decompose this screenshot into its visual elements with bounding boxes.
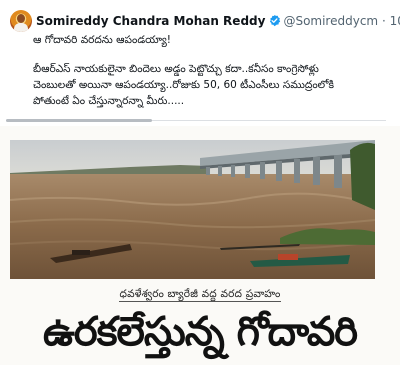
avatar-face bbox=[17, 14, 25, 23]
photo-caption-text: ధవళేశ్వరం బ్యారేజీ వద్ద వరద ప్రవాహం bbox=[119, 288, 281, 302]
header-separator: · bbox=[381, 14, 386, 28]
tweet[interactable]: Somireddy Chandra Mohan Reddy @Somireddyc… bbox=[0, 0, 400, 118]
horizontal-scrollbar[interactable] bbox=[0, 117, 400, 123]
tweet-header: Somireddy Chandra Mohan Reddy @Somireddyc… bbox=[36, 13, 400, 29]
author-name[interactable]: Somireddy Chandra Mohan Reddy bbox=[36, 14, 265, 28]
photo-caption: ధవళేశ్వరం బ్యారేజీ వద్ద వరద ప్రవాహం bbox=[0, 288, 400, 303]
tweet-text-line-3: చెంబులతో అయినా ఆపండయ్యా..రోజుకు 50, 60 ట… bbox=[33, 79, 335, 91]
avatar-shirt bbox=[14, 23, 28, 32]
tweet-text-line-1: ఆ గోదావరి వరదను ఆపండయ్యా! bbox=[33, 34, 171, 46]
author-handle[interactable]: @Somireddycm bbox=[283, 14, 378, 28]
tweet-text-line-4: పోతుంటే ఏం చేస్తున్నారన్నా మీరు..... bbox=[33, 95, 185, 107]
flood-barrage-photo bbox=[10, 140, 375, 279]
tweet-timestamp[interactable]: 10h bbox=[390, 14, 400, 28]
newspaper-clipping-image[interactable]: ధవళేశ్వరం బ్యారేజీ వద్ద వరద ప్రవాహం ఉరకల… bbox=[0, 126, 400, 365]
author-avatar[interactable] bbox=[10, 10, 32, 32]
flood-scene bbox=[10, 140, 375, 279]
tweet-text-line-2: బీఆర్‌ఎస్ నాయకులైనా బిందెలు అడ్డం పెట్టొ… bbox=[33, 63, 319, 75]
scrollbar-thumb[interactable] bbox=[6, 119, 152, 122]
news-headline: ఉరకలేస్తున్న గోదావరి bbox=[42, 309, 358, 355]
verified-badge-icon bbox=[270, 14, 281, 27]
